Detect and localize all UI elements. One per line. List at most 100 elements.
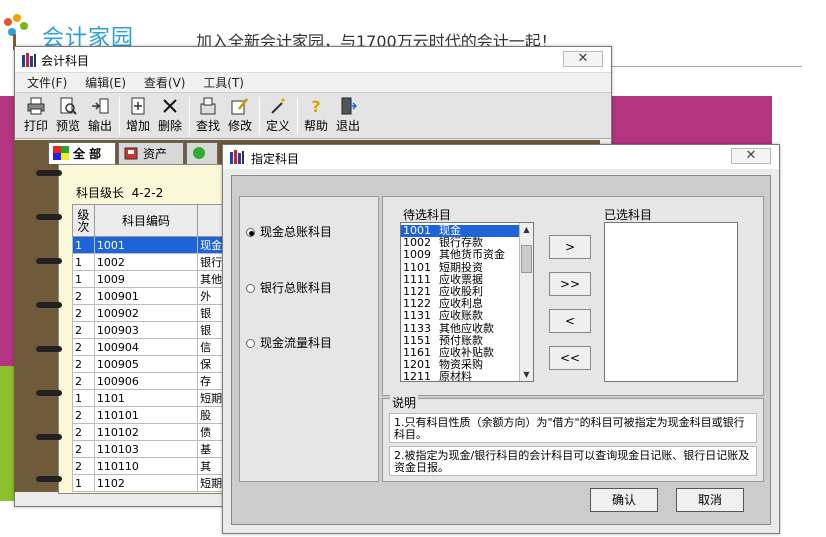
confirm-button[interactable]: 确认 (590, 488, 658, 512)
remove-one-button[interactable]: < (549, 309, 591, 333)
window-titlebar[interactable]: 会计科目 ✕ (15, 47, 611, 73)
add-one-button[interactable]: > (549, 235, 591, 259)
define-button[interactable]: 定义 (263, 95, 293, 135)
table-row[interactable]: 2 100902 银 (72, 304, 234, 322)
svg-text:?: ? (311, 97, 320, 115)
add-all-button[interactable]: >> (549, 272, 591, 296)
candidates-scrollbar[interactable]: ▲ ▼ (519, 223, 533, 381)
preview-button[interactable]: 预览 (53, 95, 83, 135)
candidate-name: 预付账款 (439, 333, 483, 347)
books-icon (22, 53, 36, 67)
cell-level: 2 (72, 338, 95, 356)
dialog-close-button[interactable]: ✕ (731, 148, 771, 164)
table-row[interactable]: 1 1101 短期 (72, 389, 234, 407)
export-icon (92, 98, 109, 114)
delete-button[interactable]: 删除 (155, 95, 185, 135)
candidate-name: 其他应收款 (439, 321, 494, 335)
candidate-code: 1161 (403, 345, 431, 359)
table-row[interactable]: 2 110101 股 (72, 406, 234, 424)
cell-code: 110103 (93, 440, 199, 458)
candidate-code: 1133 (403, 321, 431, 335)
cell-code: 100902 (93, 304, 199, 322)
table-row[interactable]: 2 100903 银 (72, 321, 234, 339)
level-length: 科目级长 4-2-2 (76, 186, 164, 200)
find-button[interactable]: 查找 (193, 95, 223, 135)
menu-tools[interactable]: 工具(T) (203, 73, 244, 93)
scroll-down-icon[interactable]: ▼ (520, 368, 533, 381)
tab-more[interactable] (186, 142, 218, 164)
cell-level: 2 (72, 321, 95, 339)
dialog-titlebar[interactable]: 指定科目 ✕ (223, 145, 779, 169)
table-row[interactable]: 1 1002 银行 (72, 253, 234, 271)
window-title: 会计科目 (41, 54, 90, 68)
cell-code: 1101 (93, 389, 199, 407)
cell-level: 1 (72, 270, 95, 288)
cancel-button[interactable]: 取消 (676, 488, 744, 512)
cell-level: 2 (72, 372, 95, 390)
candidate-code: 1009 (403, 248, 431, 262)
radio-cash-flow[interactable]: 现金流量科目 (246, 334, 332, 351)
menu-view[interactable]: 查看(V) (144, 73, 186, 93)
dialog-title: 指定科目 (251, 152, 300, 166)
exit-button[interactable]: 退出 (333, 95, 363, 135)
cell-level: 2 (72, 406, 95, 424)
list-item[interactable]: 1131 应收账款 (401, 310, 519, 322)
menu-edit[interactable]: 编辑(E) (85, 73, 126, 93)
liabilities-icon (193, 147, 205, 159)
tab-assets[interactable]: 资产 (118, 142, 184, 164)
table-row[interactable]: 2 100904 信 (72, 338, 234, 356)
close-button[interactable]: ✕ (563, 51, 603, 67)
books-icon (230, 150, 244, 164)
cell-code: 1001 (93, 236, 199, 254)
candidate-name: 应收账款 (439, 309, 483, 323)
remove-all-button[interactable]: << (549, 346, 591, 370)
radio-dot-icon (246, 284, 255, 293)
col-code[interactable]: 科目编码 (93, 204, 199, 237)
cell-code: 100903 (93, 321, 199, 339)
chosen-list[interactable] (604, 222, 738, 382)
cell-code: 100905 (93, 355, 199, 373)
background-strip (0, 96, 14, 366)
help-button[interactable]: ? 帮助 (301, 95, 331, 135)
table-row[interactable]: 2 100906 存 (72, 372, 234, 390)
radio-dot-icon (246, 339, 255, 348)
table-row[interactable]: 2 100905 保 (72, 355, 234, 373)
toolbar: 打印 预览 输出 增加 删除 查找 修改 定义 ? 帮助 退出 (15, 93, 611, 139)
table-row[interactable]: 2 100901 外 (72, 287, 234, 305)
print-button[interactable]: 打印 (21, 95, 51, 135)
scroll-up-icon[interactable]: ▲ (520, 223, 533, 236)
cell-level: 2 (72, 287, 95, 305)
table-row[interactable]: 2 110102 债 (72, 423, 234, 441)
export-button[interactable]: 输出 (85, 95, 115, 135)
candidates-list[interactable]: 1001 现金 1002 银行存款 1009 其他货币资金 1101 短期投资 1111 应收票据… (400, 222, 534, 382)
table-row[interactable]: 2 110103 基 (72, 440, 234, 458)
notes-title: 说明 (390, 394, 419, 411)
list-item[interactable]: 1009 其他货币资金 (401, 249, 519, 261)
wand-icon (271, 98, 285, 114)
scroll-thumb[interactable] (521, 245, 532, 273)
col-level[interactable]: 级次 (72, 204, 95, 237)
table-row[interactable]: 1 1009 其他 (72, 270, 234, 288)
table-row[interactable]: 1 1102 短期 (72, 474, 234, 492)
delete-icon (163, 99, 177, 113)
candidate-name: 应收补贴款 (439, 345, 494, 359)
candidate-code: 1121 (403, 284, 431, 298)
cell-level: 2 (72, 355, 95, 373)
table-row[interactable]: 1 1001 现金 (72, 236, 234, 254)
tab-all[interactable]: 全 部 (48, 142, 116, 164)
list-item[interactable]: 1101 短期投资 (401, 261, 519, 274)
menu-file[interactable]: 文件(F) (27, 73, 67, 93)
edit-button[interactable]: 修改 (225, 95, 255, 135)
cell-code: 110101 (93, 406, 199, 424)
chosen-label: 已选科目 (604, 208, 653, 222)
logo-icon (4, 14, 28, 50)
table-row[interactable]: 2 110110 其 (72, 457, 234, 475)
list-item[interactable]: 1133 其他应收款 (401, 321, 519, 335)
candidate-code: 1122 (403, 297, 431, 311)
radio-cash-ledger[interactable]: 现金总账科目 (246, 223, 332, 240)
note-2: 2.被指定为现金/银行科目的会计科目可以查询现金日记账、银行日记账及资金日报。 (389, 446, 757, 476)
add-button[interactable]: 增加 (123, 95, 153, 135)
list-item[interactable]: 1211 原材料 (401, 371, 519, 381)
toolbar-separator (189, 97, 190, 135)
radio-bank-ledger[interactable]: 银行总账科目 (246, 279, 332, 296)
